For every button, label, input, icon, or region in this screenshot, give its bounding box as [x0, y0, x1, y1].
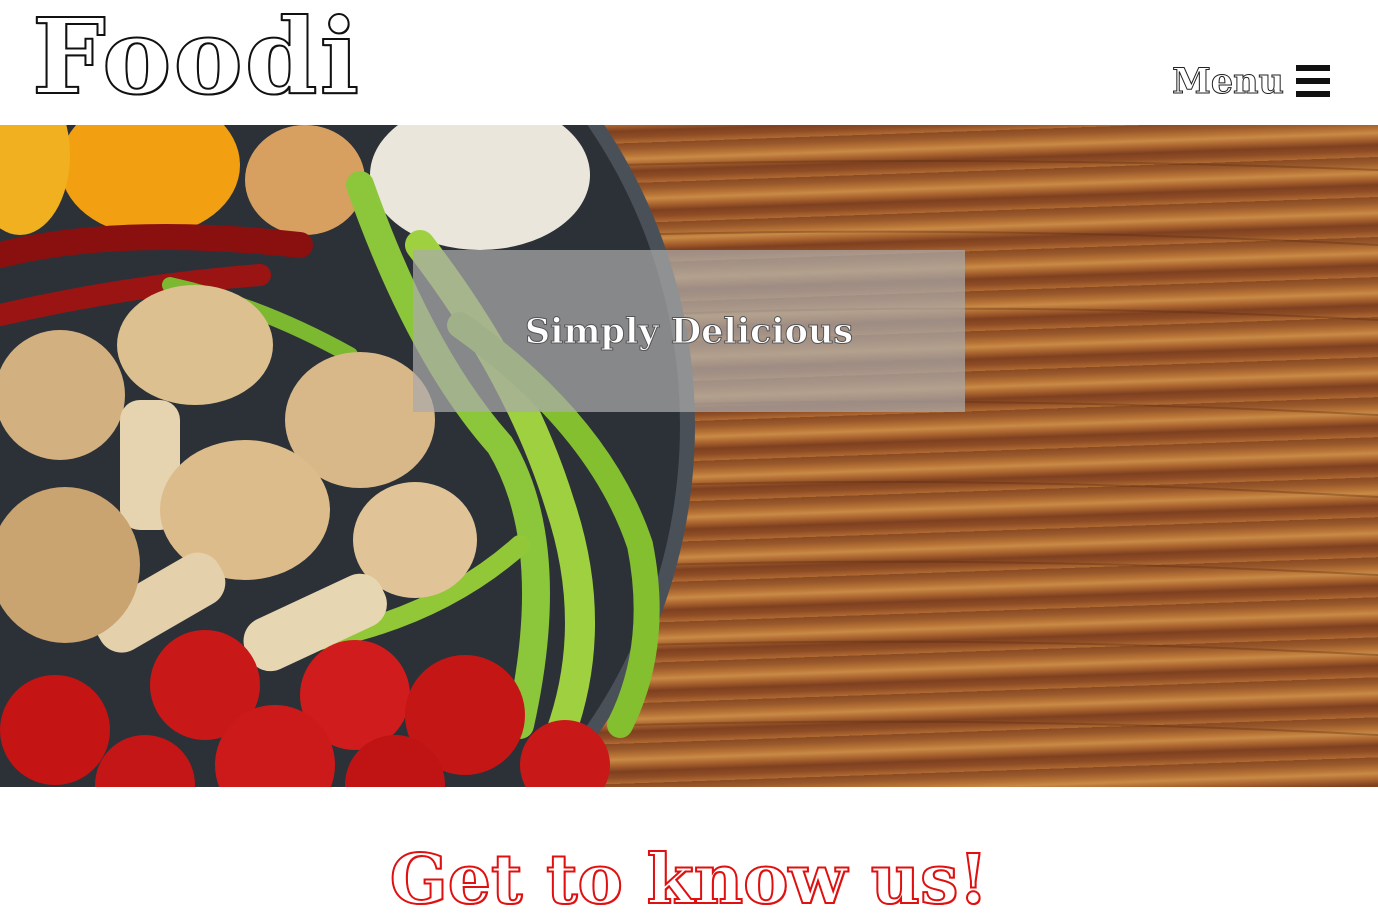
site-header: Foodi Menu — [0, 0, 1378, 125]
hamburger-icon — [1296, 65, 1330, 97]
hero-tagline: Simply Delicious — [524, 310, 854, 352]
about-heading: Get to know us! — [389, 839, 990, 921]
menu-button[interactable]: Menu — [1172, 58, 1330, 104]
hero-image — [0, 125, 1378, 787]
menu-label: Menu — [1172, 60, 1285, 102]
hero-banner: Simply Delicious — [0, 125, 1378, 787]
site-logo[interactable]: Foodi — [31, 1, 361, 113]
hero-overlay: Simply Delicious — [413, 250, 965, 412]
